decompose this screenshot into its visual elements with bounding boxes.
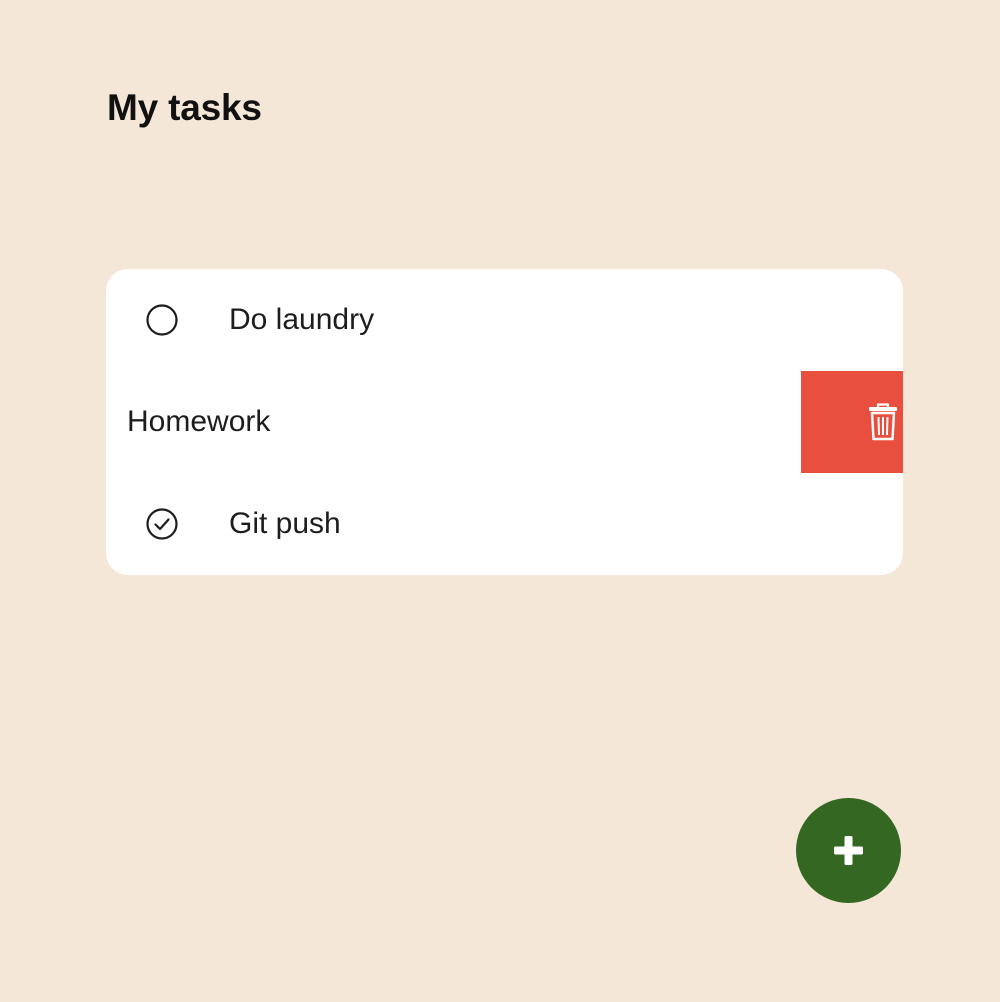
page-title: My tasks [107,87,262,128]
task-list: Do laundry Homework Git push [106,269,903,575]
task-label: Git push [229,507,341,540]
trash-icon [869,403,897,441]
plus-icon [834,836,863,865]
task-item-git-push[interactable]: Git push [106,473,903,575]
delete-button[interactable] [801,371,903,473]
task-item-homework[interactable]: Homework [106,371,903,473]
task-item-do-laundry[interactable]: Do laundry [106,269,903,371]
task-label: Do laundry [229,303,375,336]
task-label: Homework [127,405,271,438]
app-screen: My tasks Do laundry Homework Git push [0,0,1000,1002]
check-circle-icon[interactable] [146,508,178,540]
add-task-button[interactable] [796,798,901,903]
circle-outline-icon[interactable] [146,304,178,336]
